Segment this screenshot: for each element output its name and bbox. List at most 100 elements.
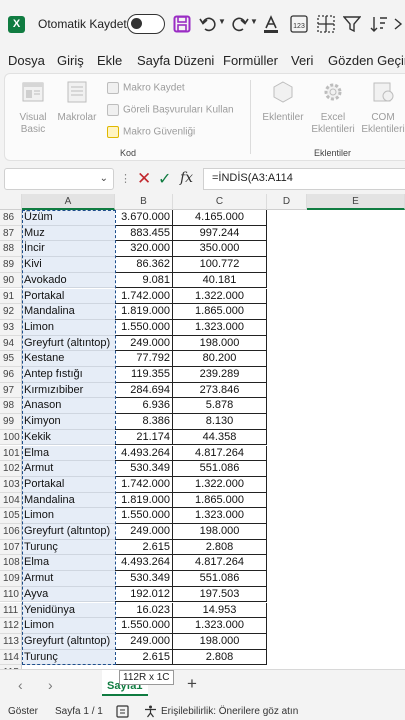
cell-b[interactable]: 16.023 [115, 602, 173, 619]
cell-c[interactable]: 5.878 [173, 398, 267, 415]
cell-a[interactable]: Ayva [22, 586, 115, 603]
row-header[interactable]: 104 [0, 492, 22, 509]
cell-b[interactable]: 1.742.000 [115, 476, 173, 493]
cell-a[interactable]: Üzüm [22, 210, 115, 226]
cell-c[interactable]: 100.772 [173, 257, 267, 273]
cell-a[interactable]: Greyfurt (altıntop) [22, 524, 115, 540]
cell-c[interactable]: 1.322.000 [173, 288, 267, 305]
row-header[interactable]: 96 [0, 367, 22, 383]
cell-a[interactable]: Portakal [22, 288, 115, 305]
cell-b[interactable]: 530.349 [115, 571, 173, 587]
row-header[interactable]: 88 [0, 241, 22, 258]
row-header[interactable]: 113 [0, 633, 22, 650]
insert-function-button[interactable]: fx [180, 170, 193, 186]
save-icon[interactable] [173, 15, 191, 33]
cell-b[interactable]: 3.670.000 [115, 210, 173, 226]
cell-b[interactable]: 320.000 [115, 241, 173, 258]
row-header[interactable]: 86 [0, 210, 22, 226]
record-macro-button[interactable]: Makro Kaydet [107, 82, 185, 94]
macro-security-button[interactable]: Makro Güvenliği [107, 126, 195, 138]
row-header[interactable]: 90 [0, 272, 22, 289]
enter-icon[interactable]: ✓ [158, 169, 171, 189]
cell-c[interactable]: 1.323.000 [173, 618, 267, 634]
row-header[interactable]: 112 [0, 618, 22, 634]
cell-a[interactable]: Muz [22, 225, 115, 242]
chevron-down-icon[interactable]: ⌄ [100, 173, 108, 184]
row-header[interactable]: 114 [0, 649, 22, 666]
row-header[interactable]: 103 [0, 476, 22, 493]
cell-c[interactable]: 2.808 [173, 539, 267, 556]
cell-c[interactable]: 1.323.000 [173, 319, 267, 336]
tab-ekle[interactable]: Ekle [97, 53, 122, 68]
cell-c[interactable]: 1.865.000 [173, 492, 267, 509]
cell-c[interactable]: 239.289 [173, 367, 267, 383]
row-header[interactable]: 98 [0, 398, 22, 415]
cell-a[interactable]: İncir [22, 241, 115, 258]
cell-a[interactable]: Turunç [22, 539, 115, 556]
row-header[interactable]: 100 [0, 429, 22, 446]
cell-a[interactable]: Limon [22, 319, 115, 336]
column-header-e[interactable]: E [307, 194, 405, 210]
cell-a[interactable]: Kimyon [22, 414, 115, 430]
cell-c[interactable]: 4.165.000 [173, 210, 267, 226]
cell-a[interactable]: Greyfurt (altıntop) [22, 633, 115, 650]
select-all-corner[interactable] [0, 194, 22, 210]
cell-c[interactable]: 197.503 [173, 586, 267, 603]
cell-c[interactable]: 44.358 [173, 429, 267, 446]
row-header[interactable]: 107 [0, 539, 22, 556]
cell-c[interactable]: 551.086 [173, 461, 267, 477]
cell-a[interactable]: Anason [22, 398, 115, 415]
excel-addins-button[interactable]: Excel Eklentileri [308, 80, 358, 136]
formula-input[interactable]: =İNDİS(A3:A114 [203, 168, 405, 190]
cell-c[interactable]: 551.086 [173, 571, 267, 587]
row-header[interactable]: 111 [0, 602, 22, 619]
cell-c[interactable]: 4.817.264 [173, 555, 267, 572]
visual-basic-button[interactable]: Visual Basic [13, 80, 53, 136]
undo-icon[interactable] [199, 15, 217, 33]
cell-b[interactable]: 8.386 [115, 414, 173, 430]
cell-c[interactable]: 1.323.000 [173, 508, 267, 524]
name-box[interactable]: ⌄ [4, 168, 114, 190]
cell-c[interactable]: 80.200 [173, 351, 267, 367]
number-format-icon[interactable]: 123 [290, 15, 308, 33]
cell-c[interactable]: 2.808 [173, 649, 267, 666]
cell-b[interactable]: 1.550.000 [115, 319, 173, 336]
cell-c[interactable]: 40.181 [173, 272, 267, 289]
com-addins-button[interactable]: COM Eklentileri [358, 80, 405, 136]
cell-b[interactable]: 2.615 [115, 649, 173, 666]
accessibility-icon[interactable] [144, 705, 157, 718]
cell-c[interactable]: 198.000 [173, 335, 267, 352]
cell-b[interactable]: 4.493.264 [115, 555, 173, 572]
row-header[interactable]: 102 [0, 461, 22, 477]
addins-button[interactable]: Eklentiler [258, 80, 308, 124]
filter-icon[interactable] [343, 15, 361, 33]
tab-gozden-gecir[interactable]: Gözden Geçir [328, 53, 405, 68]
borders-icon[interactable] [317, 15, 335, 33]
cell-b[interactable]: 1.819.000 [115, 492, 173, 509]
cell-b[interactable]: 4.493.264 [115, 445, 173, 462]
cell-a[interactable]: Limon [22, 618, 115, 634]
cell-a[interactable]: Kestane [22, 351, 115, 367]
font-color-icon[interactable] [263, 15, 279, 33]
cell-b[interactable]: 284.694 [115, 382, 173, 399]
cell-a[interactable]: Yenidünya [22, 602, 115, 619]
redo-dropdown-icon[interactable]: ▼ [250, 17, 258, 26]
cell-a[interactable]: Elma [22, 555, 115, 572]
cell-c[interactable]: 8.130 [173, 414, 267, 430]
cell-a[interactable]: Kekik [22, 429, 115, 446]
cell-c[interactable]: 1.865.000 [173, 304, 267, 320]
next-sheet-icon[interactable]: › [48, 677, 53, 693]
cell-a[interactable]: Armut [22, 461, 115, 477]
tab-giris[interactable]: Giriş [57, 53, 84, 68]
cell-c[interactable]: 198.000 [173, 633, 267, 650]
row-header[interactable]: 91 [0, 288, 22, 305]
cell-a[interactable]: Portakal [22, 476, 115, 493]
relative-refs-button[interactable]: Göreli Başvuruları Kullan [107, 104, 234, 116]
cell-a[interactable]: Antep fıstığı [22, 367, 115, 383]
cell-b[interactable]: 530.349 [115, 461, 173, 477]
cell-c[interactable]: 273.846 [173, 382, 267, 399]
cell-b[interactable]: 1.742.000 [115, 288, 173, 305]
cell-b[interactable]: 249.000 [115, 335, 173, 352]
cell-b[interactable]: 883.455 [115, 225, 173, 242]
cell-a[interactable]: Limon [22, 508, 115, 524]
